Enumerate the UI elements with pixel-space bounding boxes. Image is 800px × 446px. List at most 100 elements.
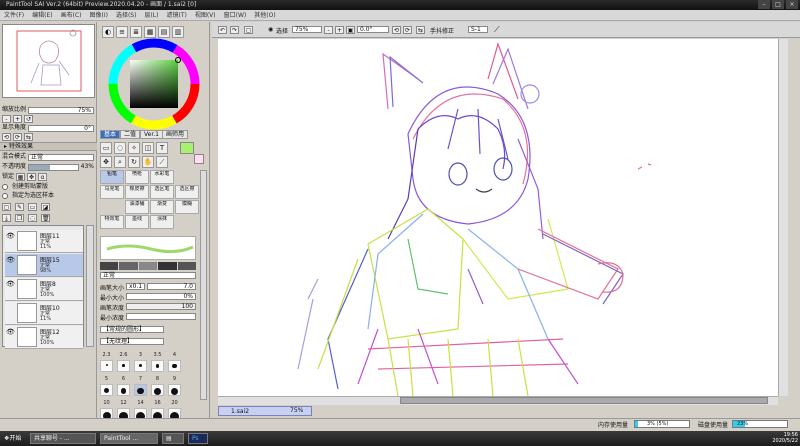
rotate-icon[interactable]: ↻ bbox=[128, 156, 140, 168]
color-wheel[interactable] bbox=[108, 38, 200, 130]
color-wheel-icon[interactable]: ◐ bbox=[102, 26, 114, 38]
tool-bucket[interactable]: 油漆桶 bbox=[125, 200, 149, 214]
rotate-left-button[interactable]: ⟲ bbox=[2, 133, 11, 141]
min-density-field[interactable] bbox=[126, 313, 196, 320]
menu-window[interactable]: 窗口(W) bbox=[224, 10, 247, 20]
eye-hidden-icon[interactable] bbox=[6, 304, 15, 313]
menu-other[interactable]: 其他(O) bbox=[254, 10, 275, 20]
selection-source-checkbox[interactable] bbox=[2, 193, 8, 199]
tool-select-pen[interactable]: 选区笔 bbox=[150, 185, 174, 199]
lock-pixels-button[interactable]: ▦ bbox=[16, 173, 26, 181]
eye-icon[interactable]: 👁 bbox=[6, 328, 15, 337]
brush-size-cell[interactable] bbox=[117, 384, 130, 396]
rotate-ccw-icon[interactable]: ⟲ bbox=[392, 26, 401, 34]
tab-ver1[interactable]: Ver.1 bbox=[140, 130, 163, 139]
hsv-slider-icon[interactable]: ≣ bbox=[130, 26, 142, 38]
lock-alpha-button[interactable]: α bbox=[38, 173, 48, 181]
tool-smudge[interactable]: 涂抹 bbox=[150, 215, 174, 229]
menu-file[interactable]: 文件(F) bbox=[4, 10, 24, 20]
flip-button[interactable]: ⇆ bbox=[24, 133, 33, 141]
undo-icon[interactable]: ↶ bbox=[218, 26, 227, 34]
brush-size-cell[interactable] bbox=[117, 360, 130, 372]
move-icon[interactable]: ✥ bbox=[100, 156, 112, 168]
brush-size-cell[interactable] bbox=[168, 360, 181, 372]
tool-airbrush[interactable]: 喷枪 bbox=[125, 170, 149, 184]
scrollbar-thumb[interactable] bbox=[400, 397, 768, 404]
zoom-field[interactable]: 75% bbox=[28, 106, 94, 114]
secondary-color-swatch[interactable] bbox=[194, 154, 204, 164]
layer-item[interactable]: 👁 图层11 正常 11% bbox=[5, 230, 83, 253]
tool-blur[interactable]: 模糊 bbox=[175, 200, 199, 214]
layer-item[interactable]: 👁 图层12 正常 100% bbox=[5, 326, 83, 349]
task-chat[interactable]: 共享聊号 - ... bbox=[30, 433, 96, 444]
brush-size-cell[interactable] bbox=[134, 384, 147, 396]
new-linework-icon[interactable]: ✎ bbox=[15, 203, 24, 211]
fill-icon[interactable]: ◪ bbox=[41, 203, 50, 211]
merge-down-icon[interactable]: ⤓ bbox=[2, 214, 11, 222]
tool-effect-pen[interactable]: 特效笔 bbox=[100, 215, 124, 229]
line-tool-icon[interactable]: ⟋ bbox=[494, 25, 500, 35]
brush-size-cell[interactable] bbox=[151, 384, 164, 396]
tool-pencil[interactable]: 铅笔 bbox=[100, 170, 124, 184]
tool-blend-mode-select[interactable]: 正常 bbox=[100, 272, 196, 279]
menu-layer[interactable]: 层(L) bbox=[144, 10, 158, 20]
canvas-vertical-scrollbar[interactable] bbox=[778, 39, 788, 396]
menu-edit[interactable]: 编辑(E) bbox=[32, 10, 52, 20]
eye-icon[interactable]: 👁 bbox=[6, 256, 15, 265]
brush-size-mult[interactable]: x0.1 bbox=[126, 283, 146, 290]
navigator-thumbnail[interactable] bbox=[2, 24, 95, 98]
density-value[interactable]: 100 bbox=[126, 303, 196, 310]
tab-basic[interactable]: 基本 bbox=[100, 130, 121, 139]
new-folder-icon[interactable]: ▭ bbox=[28, 203, 37, 211]
zoom-icon[interactable]: ⌕ bbox=[114, 156, 126, 168]
brush-size-value[interactable]: 7.0 bbox=[147, 283, 196, 290]
lasso-icon[interactable]: ◌ bbox=[114, 142, 126, 154]
layer-item[interactable]: 图层10 正常 11% bbox=[5, 302, 83, 325]
start-button[interactable]: ❖开始 bbox=[2, 432, 26, 445]
lock-position-button[interactable]: ✥ bbox=[27, 173, 37, 181]
text-icon[interactable]: T bbox=[156, 142, 168, 154]
canvas-angle-field[interactable]: 0.0° bbox=[357, 26, 389, 33]
eye-icon[interactable]: 👁 bbox=[6, 280, 15, 289]
maximize-button[interactable]: □ bbox=[772, 0, 784, 9]
rotate-cw-icon[interactable]: ⟳ bbox=[403, 26, 412, 34]
zoom-in-icon[interactable]: + bbox=[335, 26, 344, 34]
brush-shape-select[interactable]: 【常规的圆形】 bbox=[100, 326, 164, 333]
tab-binary[interactable]: 二值 bbox=[120, 130, 141, 139]
tab-artist[interactable]: 画师用 bbox=[162, 130, 189, 139]
angle-field[interactable]: 0° bbox=[28, 124, 94, 132]
zoom-out-icon[interactable]: - bbox=[324, 26, 333, 34]
brush-size-cell[interactable] bbox=[100, 360, 113, 372]
redo-icon[interactable]: ↷ bbox=[230, 26, 239, 34]
tool-eraser[interactable]: 橡皮擦 bbox=[125, 185, 149, 199]
zoom-fit-icon[interactable]: ▣ bbox=[346, 26, 355, 34]
drawing-canvas[interactable] bbox=[218, 39, 778, 397]
tool-scrollbar[interactable] bbox=[200, 170, 207, 400]
brush-size-cell[interactable] bbox=[151, 360, 164, 372]
brush-size-cell[interactable] bbox=[100, 384, 113, 396]
flip-horizontal-icon[interactable]: ⇆ bbox=[416, 26, 425, 34]
eye-toggle-icon[interactable]: ◉ bbox=[268, 26, 273, 33]
zoom-out-button[interactable]: - bbox=[2, 115, 11, 123]
eye-icon[interactable]: 👁 bbox=[6, 232, 15, 241]
blend-mode-select[interactable]: 正常 bbox=[28, 153, 94, 161]
tool-marker[interactable]: 马克笔 bbox=[100, 185, 124, 199]
palette-icon[interactable]: ▥ bbox=[172, 26, 184, 38]
new-layer-icon[interactable]: ▢ bbox=[2, 203, 11, 211]
brush-size-cell[interactable] bbox=[168, 384, 181, 396]
deselect-icon[interactable]: ▢ bbox=[244, 26, 253, 34]
rgb-slider-icon[interactable]: ≡ bbox=[116, 26, 128, 38]
min-size-value[interactable]: 0% bbox=[126, 293, 196, 300]
swatch-icon[interactable]: ▦ bbox=[144, 26, 156, 38]
copy-layer-icon[interactable]: ❐ bbox=[15, 214, 24, 222]
opacity-slider[interactable] bbox=[28, 163, 79, 171]
magic-wand-icon[interactable]: ✧ bbox=[128, 142, 140, 154]
rotate-right-button[interactable]: ⟳ bbox=[13, 133, 22, 141]
brush-size-cell[interactable] bbox=[134, 360, 147, 372]
task-folder[interactable]: ▤ bbox=[162, 433, 184, 444]
tool-watercolor[interactable]: 水彩笔 bbox=[150, 170, 174, 184]
clear-layer-icon[interactable]: ◌ bbox=[28, 214, 37, 222]
effects-header[interactable]: ▸ 特殊效果 bbox=[0, 142, 97, 151]
layer-item[interactable]: 👁 图层8 正常 100% bbox=[5, 278, 83, 301]
minimize-button[interactable]: – bbox=[758, 0, 770, 9]
